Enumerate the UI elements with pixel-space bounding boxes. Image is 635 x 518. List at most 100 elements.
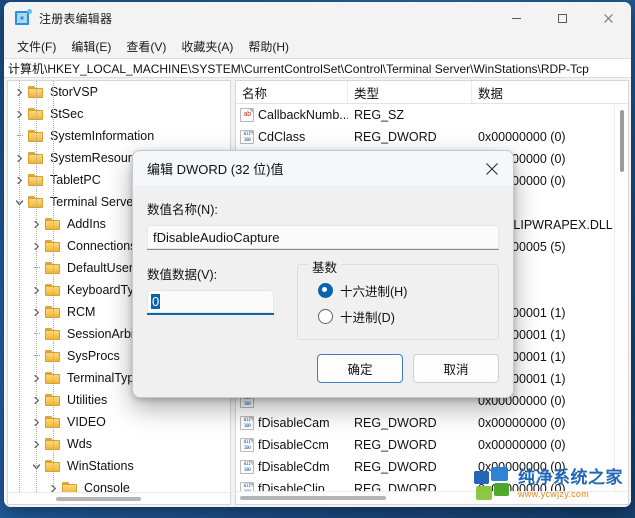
registry-editor-window: 注册表编辑器 文件(F) 编辑(E) 查看(V) 收藏夹(A) 帮助(H) 计算… bbox=[4, 2, 631, 507]
edit-dword-dialog: 编辑 DWORD (32 位)值 数值名称(N): fDisableAudioC… bbox=[132, 150, 514, 398]
dword-value-icon: 011100 bbox=[240, 482, 254, 491]
table-row[interactable]: 011 100 CdClass REG_DWORD 0x00000000 (0) bbox=[236, 126, 614, 148]
cell-name: 011 100 CdClass bbox=[236, 130, 348, 144]
column-header-type[interactable]: 类型 bbox=[348, 81, 472, 103]
menu-file[interactable]: 文件(F) bbox=[10, 35, 63, 58]
tree-item-label: AddIns bbox=[67, 217, 106, 231]
tree-guide-line bbox=[53, 81, 54, 492]
maximize-button[interactable] bbox=[539, 2, 585, 34]
menu-favorites[interactable]: 收藏夹(A) bbox=[174, 35, 240, 58]
value-name: fDisableCam bbox=[258, 416, 330, 430]
tree-item-console[interactable]: Console bbox=[8, 477, 230, 492]
value-name-label: 数值名称(N): bbox=[147, 203, 218, 217]
tree-item-label: Utilities bbox=[67, 393, 108, 407]
cell-name: 011100 fDisableClip bbox=[236, 482, 348, 491]
radio-hexadecimal[interactable]: 十六进制(H) bbox=[298, 277, 498, 303]
value-name: CallbackNumb... bbox=[258, 108, 348, 122]
ok-button[interactable]: 确定 bbox=[317, 354, 403, 383]
window-titlebar[interactable]: 注册表编辑器 bbox=[4, 2, 631, 34]
value-data-label: 数值数据(V): bbox=[147, 268, 218, 282]
tree-item-label: Terminal Server bbox=[50, 195, 138, 209]
value-name: fDisableCdm bbox=[258, 460, 330, 474]
cell-name: 011 100 fDisableCcm bbox=[236, 438, 348, 452]
dword-value-icon: 011100 bbox=[240, 416, 254, 430]
cell-type: REG_DWORD bbox=[354, 416, 437, 430]
dialog-buttons: 确定 取消 bbox=[317, 354, 499, 383]
dword-value-icon: 011100 bbox=[240, 460, 254, 474]
tree-item-winstations[interactable]: WinStations bbox=[8, 455, 230, 477]
tree-item-storvsp[interactable]: StorVSP bbox=[8, 81, 230, 103]
tree-guide-line bbox=[19, 81, 20, 492]
value-data-text: 0 bbox=[151, 294, 161, 309]
watermark-text: 纯净系统之家 www.ycwjzy.com bbox=[518, 469, 623, 499]
tree-item-stsec[interactable]: StSec bbox=[8, 103, 230, 125]
tree-item-systeminformation[interactable]: SystemInformation bbox=[8, 125, 230, 147]
radix-groupbox: 基数 十六进制(H) 十进制(D) bbox=[297, 257, 499, 340]
site-watermark: 纯净系统之家 www.ycwjzy.com bbox=[474, 467, 623, 501]
dword-value-icon: 011100 bbox=[240, 130, 254, 144]
list-hscroll-thumb[interactable] bbox=[240, 496, 386, 500]
dword-value-icon: 011100 bbox=[240, 438, 254, 452]
value-data-column: 数值数据(V): 0 bbox=[147, 264, 287, 340]
tree-horizontal-scrollbar[interactable] bbox=[8, 492, 230, 504]
value-name-text: fDisableAudioCapture bbox=[153, 229, 280, 245]
cell-type: REG_DWORD bbox=[354, 130, 437, 144]
cell-data: 0x00000000 (0) bbox=[478, 130, 566, 144]
value-name: fDisableCcm bbox=[258, 438, 329, 452]
dialog-titlebar: 编辑 DWORD (32 位)值 bbox=[133, 151, 513, 187]
cell-type: REG_DWORD bbox=[354, 438, 437, 452]
cancel-button[interactable]: 取消 bbox=[413, 354, 499, 383]
radix-legend: 基数 bbox=[308, 257, 342, 276]
tree-item-label: StorVSP bbox=[50, 85, 98, 99]
window-controls bbox=[493, 2, 631, 34]
address-bar[interactable]: 计算机\HKEY_LOCAL_MACHINE\SYSTEM\CurrentCon… bbox=[4, 58, 631, 78]
cell-type: REG_SZ bbox=[354, 108, 405, 122]
tree-item-label: RCM bbox=[67, 305, 96, 319]
value-name-input[interactable]: fDisableAudioCapture bbox=[147, 225, 499, 250]
close-button[interactable] bbox=[585, 2, 631, 34]
tree-item-label: Wds bbox=[67, 437, 92, 451]
radio-decimal-icon bbox=[318, 308, 333, 324]
menu-view[interactable]: 查看(V) bbox=[119, 35, 173, 58]
tree-item-wds[interactable]: Wds bbox=[8, 433, 230, 455]
watermark-name: 纯净系统之家 bbox=[518, 468, 623, 487]
column-header-data[interactable]: 数据 bbox=[472, 81, 628, 103]
cell-name: 011 100 fDisableCdm bbox=[236, 460, 348, 474]
value-name: CdClass bbox=[258, 130, 306, 144]
tree-item-label: Console bbox=[84, 481, 130, 492]
menu-help[interactable]: 帮助(H) bbox=[241, 35, 296, 58]
tree-hscroll-thumb[interactable] bbox=[56, 497, 141, 501]
value-data-input[interactable]: 0 bbox=[147, 290, 274, 315]
tree-item-label: SysProcs bbox=[67, 349, 120, 363]
cell-name: 011 100 fDisableCam bbox=[236, 416, 348, 430]
registry-editor-icon bbox=[15, 9, 32, 26]
window-title: 注册表编辑器 bbox=[39, 11, 113, 26]
list-vscroll-thumb[interactable] bbox=[620, 110, 624, 172]
radio-hexadecimal-icon bbox=[318, 282, 333, 298]
tree-item-label: WinStations bbox=[67, 459, 134, 473]
minimize-button[interactable] bbox=[493, 2, 539, 34]
table-row[interactable]: 011 100 fDisableCcm REG_DWORD 0x00000000 (0) bbox=[236, 434, 614, 456]
value-name: fDisableClip bbox=[258, 482, 325, 491]
tree-item-label: Connections bbox=[67, 239, 137, 253]
tree-item-label: TabletPC bbox=[50, 173, 101, 187]
cell-data: 0x00000000 (0) bbox=[478, 416, 566, 430]
string-value-icon: ab bbox=[240, 108, 254, 122]
registry-path: 计算机\HKEY_LOCAL_MACHINE\SYSTEM\CurrentCon… bbox=[8, 61, 589, 76]
tree-item-video[interactable]: VIDEO bbox=[8, 411, 230, 433]
column-header-name[interactable]: 名称 bbox=[236, 81, 348, 103]
table-row[interactable]: ab CallbackNumb... REG_SZ bbox=[236, 104, 614, 126]
close-icon[interactable] bbox=[471, 151, 513, 187]
list-column-headers: 名称 类型 数据 bbox=[236, 81, 628, 104]
table-row[interactable]: 011 100 fDisableCam REG_DWORD 0x00000000 (0) bbox=[236, 412, 614, 434]
radio-decimal[interactable]: 十进制(D) bbox=[298, 303, 498, 329]
cell-type: REG_DWORD bbox=[354, 460, 437, 474]
menubar: 文件(F) 编辑(E) 查看(V) 收藏夹(A) 帮助(H) bbox=[4, 34, 631, 58]
cell-data: 0x00000000 (0) bbox=[478, 438, 566, 452]
menu-edit[interactable]: 编辑(E) bbox=[64, 35, 118, 58]
folder-icon bbox=[61, 481, 79, 492]
dialog-title: 编辑 DWORD (32 位)值 bbox=[147, 162, 284, 177]
tree-guide-line bbox=[36, 81, 37, 492]
list-vertical-scrollbar[interactable] bbox=[614, 104, 628, 491]
cell-type: REG_DWORD bbox=[354, 482, 437, 491]
